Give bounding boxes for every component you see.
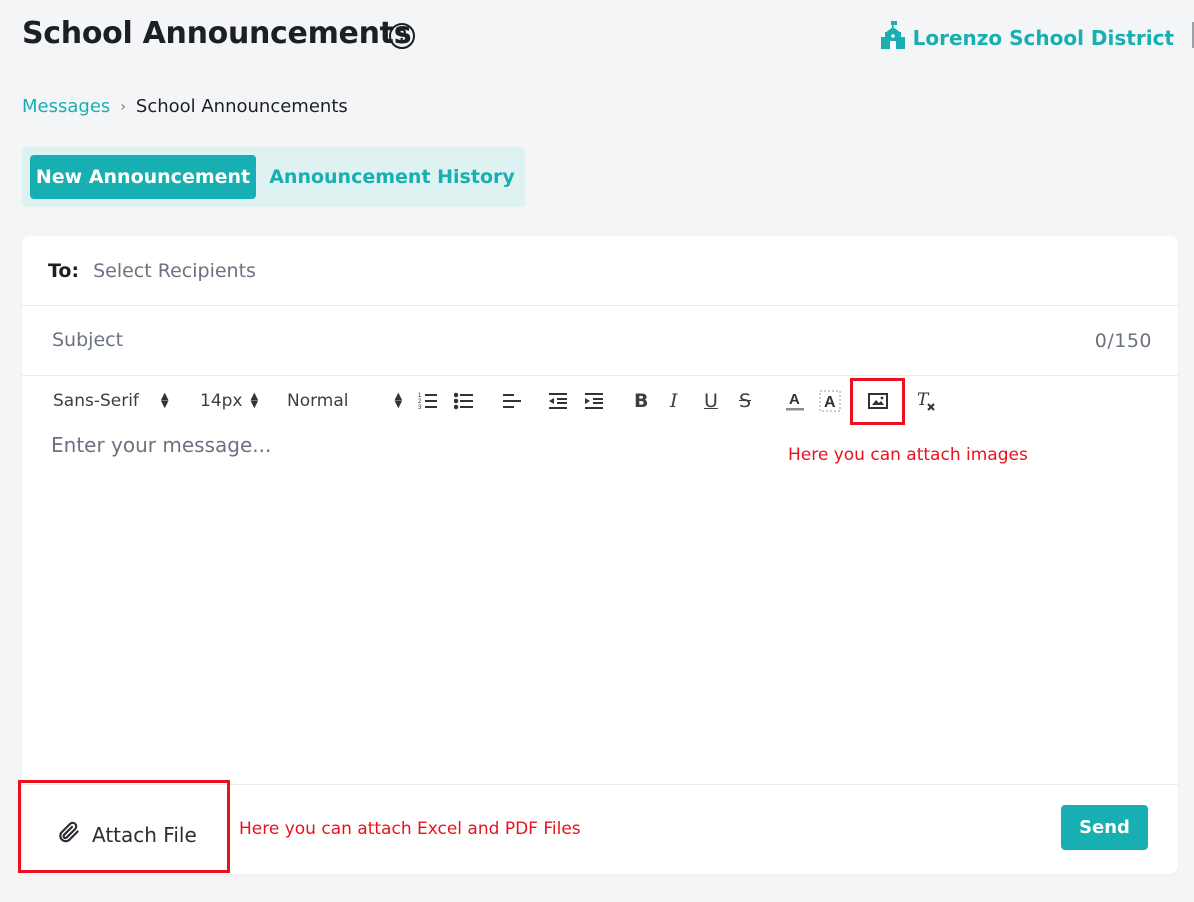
underline-icon[interactable]: U: [704, 386, 718, 416]
announcement-form-card: To: Select Recipients Subject 0/150 Sans…: [22, 236, 1178, 874]
heading-picker[interactable]: Normal ▲ ▼: [287, 386, 402, 416]
breadcrumb-current: School Announcements: [135, 96, 348, 117]
to-label: To:: [48, 259, 80, 282]
italic-icon[interactable]: I: [670, 386, 678, 416]
font-family-picker[interactable]: Sans-Serif ▲ ▼: [53, 386, 169, 416]
align-left-icon[interactable]: [502, 386, 522, 416]
indent-icon[interactable]: [584, 386, 604, 416]
send-button[interactable]: Send: [1061, 805, 1148, 850]
tab-bar: New Announcement Announcement History: [22, 147, 525, 207]
font-family-value: Sans-Serif: [53, 391, 139, 411]
svg-text:3: 3: [418, 405, 422, 411]
image-attach-note: Here you can attach images: [788, 445, 1028, 465]
subject-row[interactable]: Subject 0/150: [22, 306, 1178, 376]
file-attach-note: Here you can attach Excel and PDF Files: [239, 819, 581, 839]
recipients-row[interactable]: To: Select Recipients: [22, 236, 1178, 306]
svg-text:T: T: [917, 390, 930, 410]
strikethrough-icon[interactable]: S: [739, 386, 751, 416]
editor-toolbar: Sans-Serif ▲▼ 14px ▲▼ Normal ▲▼ 1 2 3: [22, 376, 1178, 426]
select-arrows-icon: ▲ ▼: [394, 391, 403, 410]
tab-new-announcement[interactable]: New Announcement: [30, 155, 256, 199]
page-title: School Announcements: [22, 16, 412, 51]
bold-icon[interactable]: B: [634, 386, 648, 416]
attach-file-highlight: [18, 780, 230, 873]
breadcrumb: Messages › School Announcements: [22, 96, 348, 117]
ordered-list-icon[interactable]: 1 2 3: [418, 386, 438, 416]
background-color-icon[interactable]: A: [819, 386, 841, 416]
question-circle-icon[interactable]: ?: [389, 23, 415, 49]
district-name: Lorenzo School District: [912, 25, 1174, 50]
select-arrows-icon: ▲ ▼: [250, 391, 259, 410]
clear-format-icon[interactable]: T: [915, 386, 937, 416]
recipients-select[interactable]: Select Recipients: [93, 260, 256, 282]
font-color-icon[interactable]: A: [785, 386, 805, 416]
font-size-value: 14px: [200, 391, 243, 411]
bullet-list-icon[interactable]: [454, 386, 474, 416]
image-button-highlight: [850, 378, 905, 425]
outdent-icon[interactable]: [548, 386, 568, 416]
subject-char-counter: 0/150: [1094, 330, 1152, 352]
district-brand[interactable]: Lorenzo School District: [880, 21, 1174, 54]
select-arrows-icon: ▲ ▼: [160, 391, 169, 410]
heading-value: Normal: [287, 391, 349, 411]
subject-input[interactable]: Subject: [52, 329, 123, 351]
school-building-icon: [880, 21, 905, 54]
chevron-right-icon: ›: [120, 98, 126, 115]
tab-announcement-history[interactable]: Announcement History: [267, 155, 517, 199]
svg-text:A: A: [824, 394, 836, 411]
message-editor[interactable]: Enter your message...: [51, 433, 271, 457]
svg-text:A: A: [789, 391, 800, 408]
breadcrumb-messages-link[interactable]: Messages: [22, 96, 110, 117]
font-size-picker[interactable]: 14px ▲ ▼: [200, 386, 258, 416]
